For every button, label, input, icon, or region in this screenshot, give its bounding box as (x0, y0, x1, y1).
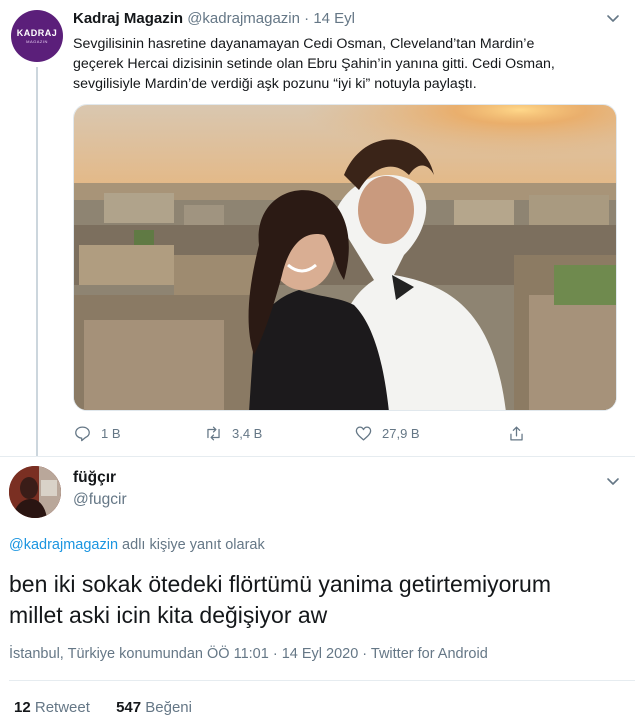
author-avatar[interactable]: KADRAJ MAGAZIN (11, 10, 63, 62)
thread-connector-line (36, 67, 38, 457)
tweet-header: Kadraj Magazin @kadrajmagazin · 14 Eyl (73, 10, 621, 30)
replying-to-label: adlı kişiye yanıt olarak (118, 537, 265, 553)
reply-tweet-text: ben iki sokak ötedeki flörtümü yanima ge… (9, 569, 629, 631)
tweet-photo[interactable] (73, 104, 617, 411)
chevron-down-icon[interactable] (605, 473, 621, 489)
retweet-stat-count: 12 (14, 699, 31, 716)
retweet-icon (207, 426, 220, 440)
reply-text-line: ben iki sokak ötedeki flörtümü yanima ge… (9, 571, 552, 597)
reply-icon (75, 426, 90, 441)
like-stat[interactable]: 547 Beğeni (116, 699, 192, 716)
tweet-date[interactable]: 14 Eyl (313, 10, 355, 27)
header-separator: · (304, 10, 310, 27)
tweet-text-line: sevgilisiyle Mardin’de verdiği aşk pozun… (73, 76, 477, 92)
reply-button[interactable]: 1 B (73, 422, 121, 444)
like-count: 27,9 B (382, 425, 420, 441)
divider (9, 680, 635, 681)
tweet-text-line: Sevgilisinin hasretine dayanamayan Cedi … (73, 36, 535, 52)
reply-author-avatar[interactable] (9, 466, 61, 518)
reply-author-handle[interactable]: @fugcir (73, 491, 127, 509)
author-name[interactable]: Kadraj Magazin (73, 10, 183, 27)
tweet-metadata[interactable]: İstanbul, Türkiye konumundan ÖÖ 11:01 · … (9, 646, 488, 662)
like-stat-label: Beğeni (145, 699, 192, 716)
tweet-text-line: geçerek Hercai dizisinin setinde olan Eb… (73, 56, 555, 72)
couple-photo-illustration (74, 105, 616, 410)
share-button[interactable] (507, 422, 535, 444)
original-tweet[interactable]: KADRAJ MAGAZIN Kadraj Magazin @kadrajmag… (0, 0, 635, 457)
reply-count: 1 B (101, 425, 121, 441)
retweet-button[interactable]: 3,4 B (204, 422, 262, 444)
retweet-stat[interactable]: 12 Retweet (14, 699, 90, 716)
tweet-text: Sevgilisinin hasretine dayanamayan Cedi … (73, 34, 621, 94)
heart-icon (355, 426, 372, 440)
like-stat-count: 547 (116, 699, 142, 716)
reply-text-line: millet aski icin kita değişiyor aw (9, 602, 328, 628)
avatar-logo-subtext: MAGAZIN (26, 39, 48, 44)
replying-to-mention[interactable]: @kadrajmagazin (9, 537, 118, 553)
avatar-logo-text: KADRAJ (16, 28, 58, 38)
engagement-stats: 12 Retweet 547 Beğeni (14, 699, 214, 716)
author-handle[interactable]: @kadrajmagazin (187, 10, 300, 27)
replying-to-line: @kadrajmagazin adlı kişiye yanıt olarak (9, 537, 265, 553)
reply-author-name[interactable]: füğçır (73, 469, 116, 487)
share-icon (510, 426, 523, 440)
like-button[interactable]: 27,9 B (354, 422, 420, 444)
reply-tweet: füğçır @fugcir @kadrajmagazin adlı kişiy… (0, 456, 635, 726)
avatar-photo (9, 466, 61, 518)
retweet-stat-label: Retweet (34, 699, 90, 716)
chevron-down-icon[interactable] (605, 10, 621, 26)
retweet-count: 3,4 B (232, 425, 263, 441)
tweet-action-bar: 1 B 3,4 B 27,9 B (73, 422, 533, 444)
